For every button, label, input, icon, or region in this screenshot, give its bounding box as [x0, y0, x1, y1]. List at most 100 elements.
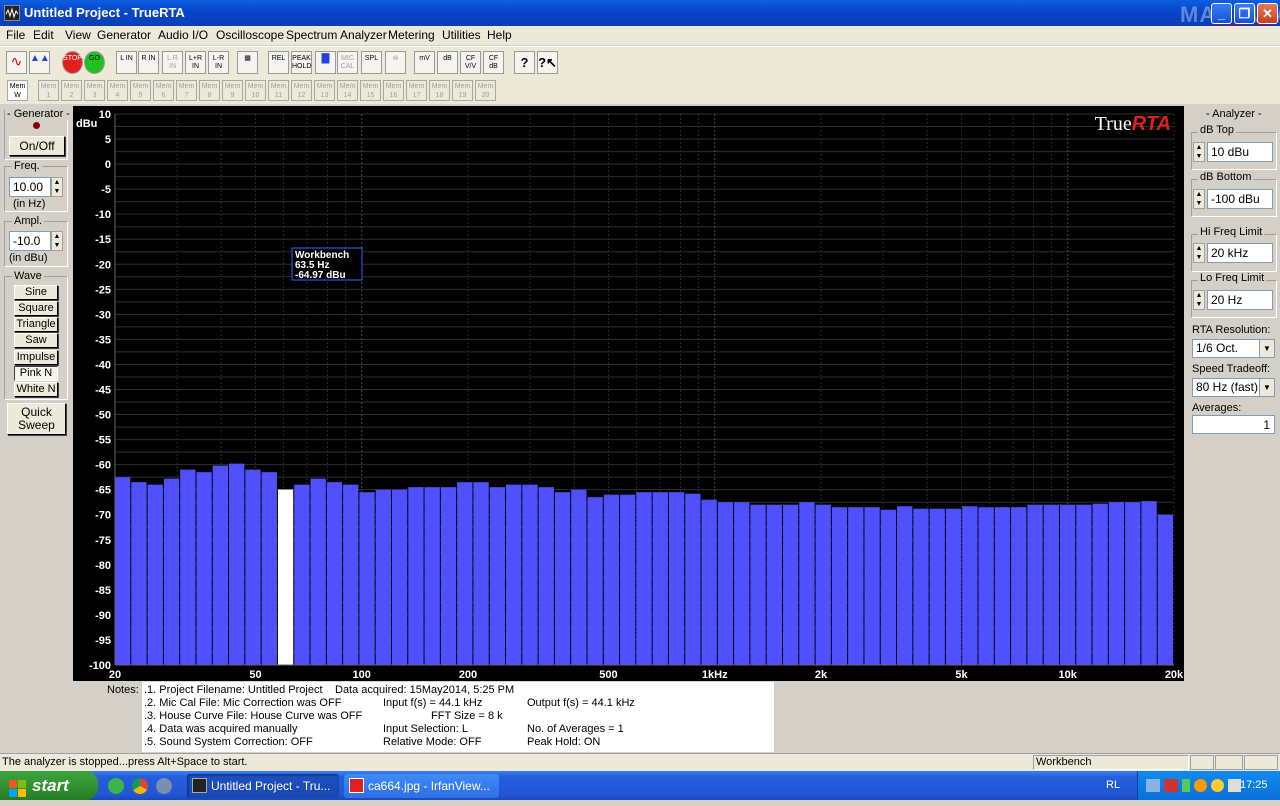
app-icon[interactable] — [4, 5, 20, 21]
x-tick-label: 2k — [815, 669, 828, 681]
menu-audio-io[interactable]: Audio I/O — [158, 28, 208, 42]
mv-button[interactable]: mV — [414, 51, 435, 74]
ampl-input[interactable]: -10.0 — [9, 231, 51, 251]
mem-slot-2-button[interactable]: Mem 2 — [61, 80, 82, 101]
mem-slot-8-button[interactable]: Mem 8 — [199, 80, 220, 101]
mem-slot-3-button[interactable]: Mem 3 — [84, 80, 105, 101]
mem-slot-17-button[interactable]: Mem 17 — [406, 80, 427, 101]
ampl-spinner[interactable]: ▲ ▼ — [51, 231, 63, 251]
start-button[interactable]: start — [0, 771, 98, 800]
disabled-button[interactable]: ⊗ — [385, 51, 406, 74]
db-bottom-spinner[interactable]: ▲ ▼ — [1193, 189, 1205, 209]
go-button[interactable]: GO — [84, 51, 105, 74]
rel-button[interactable]: REL — [268, 51, 289, 74]
bars-button[interactable]: ▇ — [315, 51, 336, 74]
menu-view[interactable]: View — [65, 28, 91, 42]
wave-impulse-button[interactable]: Impulse — [14, 350, 58, 365]
menu-file[interactable]: File — [6, 28, 25, 42]
menu-edit[interactable]: Edit — [33, 28, 54, 42]
menu-oscilloscope[interactable]: Oscilloscope — [216, 28, 284, 42]
menu-spectrum-analyzer[interactable]: Spectrum Analyzer — [286, 28, 387, 42]
freq-input[interactable]: 10.00 — [9, 177, 51, 197]
mem-slot-13-button[interactable]: Mem 13 — [314, 80, 335, 101]
wave-saw-button[interactable]: Saw — [14, 333, 58, 348]
task-truerta[interactable]: Untitled Project - Tru... — [187, 774, 339, 798]
lo-freq-input[interactable]: 20 Hz — [1207, 290, 1273, 310]
sine-wave-button[interactable]: ∿ — [6, 51, 27, 74]
wave-white-noise-button[interactable]: White N — [14, 382, 58, 397]
hi-freq-spinner[interactable]: ▲ ▼ — [1193, 243, 1205, 263]
generator-on-off-button[interactable]: On/Off — [9, 136, 65, 156]
help-button[interactable]: ? — [514, 51, 535, 74]
right-in-button[interactable]: R IN — [138, 51, 159, 74]
spl-button[interactable]: SPL — [361, 51, 382, 74]
mem-slot-7-button[interactable]: Mem 7 — [176, 80, 197, 101]
quicklaunch-icon-2[interactable] — [156, 778, 172, 794]
mem-slot-12-button[interactable]: Mem 12 — [291, 80, 312, 101]
hi-freq-input[interactable]: 20 kHz — [1207, 243, 1273, 263]
chrome-icon[interactable] — [132, 778, 148, 794]
db-bottom-input[interactable]: -100 dBu — [1207, 189, 1273, 209]
lo-freq-spinner[interactable]: ▲ ▼ — [1193, 290, 1205, 310]
mem-slot-18-button[interactable]: Mem 18 — [429, 80, 450, 101]
tray-app-icon-2[interactable] — [1211, 779, 1224, 792]
wave-sine-button[interactable]: Sine — [14, 285, 58, 300]
mem-slot-11-button[interactable]: Mem 11 — [268, 80, 289, 101]
mem-slot-9-button[interactable]: Mem 9 — [222, 80, 243, 101]
grid-button[interactable]: ▦ — [237, 51, 258, 74]
wave-triangle-button[interactable]: Triangle — [14, 317, 58, 332]
security-icon[interactable] — [1164, 779, 1178, 792]
spectrum-button[interactable]: ▲▲ — [29, 51, 50, 74]
menu-utilities[interactable]: Utilities — [442, 28, 481, 42]
mem-w-button[interactable]: Mem W — [7, 80, 28, 101]
l-plus-r-in-button[interactable]: L+R IN — [185, 51, 206, 74]
menu-metering[interactable]: Metering — [388, 28, 435, 42]
mem-slot-15-button[interactable]: Mem 15 — [360, 80, 381, 101]
tray-app-icon[interactable] — [1194, 779, 1207, 792]
task-irfanview[interactable]: ca664.jpg - IrfanView... — [344, 774, 499, 798]
mem-slot-1-button[interactable]: Mem 1 — [38, 80, 59, 101]
mem-slot-19-button[interactable]: Mem 19 — [452, 80, 473, 101]
cf-vv-button[interactable]: CF V/V — [460, 51, 481, 74]
freq-spinner[interactable]: ▲ ▼ — [51, 177, 63, 197]
y-tick-label: -100 — [89, 660, 111, 672]
quicklaunch-icon[interactable] — [108, 778, 124, 794]
mic-cal-button[interactable]: MIC CAL — [337, 51, 358, 74]
l-r-in-button[interactable]: L R IN — [162, 51, 183, 74]
db-top-label: dB Top — [1198, 124, 1237, 136]
menu-generator[interactable]: Generator — [97, 28, 151, 42]
mem-slot-6-button[interactable]: Mem 6 — [153, 80, 174, 101]
cf-db-button[interactable]: CF dB — [483, 51, 504, 74]
mem-slot-16-button[interactable]: Mem 16 — [383, 80, 404, 101]
context-help-button[interactable]: ?↖ — [537, 51, 558, 74]
language-indicator[interactable]: RL — [1106, 779, 1120, 791]
minimize-button[interactable]: _ — [1211, 3, 1232, 24]
l-minus-r-in-button[interactable]: L-R IN — [208, 51, 229, 74]
mem-slot-5-button[interactable]: Mem 5 — [130, 80, 151, 101]
left-in-button[interactable]: L IN — [116, 51, 137, 74]
y-tick-label: -70 — [95, 510, 111, 522]
db-button[interactable]: dB — [437, 51, 458, 74]
spectrum-chart[interactable]: 1050-5-10-15-20-25-30-35-40-45-50-55-60-… — [73, 106, 1184, 681]
rta-resolution-select[interactable]: 1/6 Oct. ▼ — [1192, 339, 1275, 358]
spectrum-plot[interactable]: 10 5 0 -5 -10 -15 -20 -25 -30 -35 -40 -45 -50 -55 -60-… — [73, 106, 1184, 681]
stop-button[interactable]: STOP — [62, 51, 83, 74]
mem-slot-14-button[interactable]: Mem 14 — [337, 80, 358, 101]
quick-sweep-button[interactable]: Quick Sweep — [7, 403, 66, 435]
mem-slot-10-button[interactable]: Mem 10 — [245, 80, 266, 101]
close-button[interactable]: ✕ — [1257, 3, 1278, 24]
menu-help[interactable]: Help — [487, 28, 512, 42]
network-icon[interactable] — [1146, 779, 1160, 792]
maximize-button[interactable]: ❐ — [1234, 3, 1255, 24]
averages-input[interactable]: 1 — [1192, 415, 1275, 434]
db-top-input[interactable]: 10 dBu — [1207, 142, 1273, 162]
battery-icon[interactable] — [1182, 779, 1190, 792]
y-tick-label: -90 — [95, 610, 111, 622]
peak-hold-button[interactable]: PEAK HOLD — [291, 51, 312, 74]
wave-square-button[interactable]: Square — [14, 301, 58, 316]
wave-pink-noise-button[interactable]: Pink N — [14, 366, 58, 381]
mem-slot-20-button[interactable]: Mem 20 — [475, 80, 496, 101]
db-top-spinner[interactable]: ▲ ▼ — [1193, 142, 1205, 162]
speed-tradeoff-select[interactable]: 80 Hz (fast) ▼ — [1192, 378, 1275, 397]
mem-slot-4-button[interactable]: Mem 4 — [107, 80, 128, 101]
